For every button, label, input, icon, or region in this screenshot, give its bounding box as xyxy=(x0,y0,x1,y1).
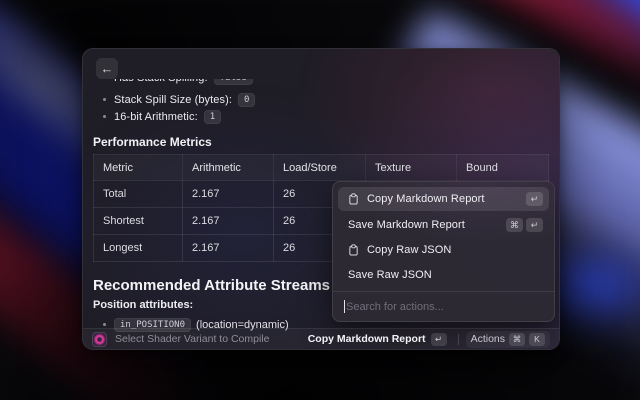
list-item: 16-bit Arithmetic: 1 xyxy=(93,108,549,125)
table-header-row: Metric Arithmetic Load/Store Texture Bou… xyxy=(94,155,549,181)
bullet-icon xyxy=(103,115,106,118)
col-header-load-store: Load/Store xyxy=(274,155,366,181)
metric-value-chip: false xyxy=(214,79,253,85)
menu-item-label: Copy Markdown Report xyxy=(367,193,526,205)
menu-item-label: Save Raw JSON xyxy=(348,269,543,281)
cell-metric: Longest xyxy=(94,235,183,262)
col-header-bound: Bound xyxy=(457,155,549,181)
enter-key-badge: ↵ xyxy=(431,333,447,346)
window-header: ← xyxy=(83,49,559,79)
footer-context-label: Select Shader Variant to Compile xyxy=(115,333,269,345)
actions-button[interactable]: Actions ⌘ K xyxy=(466,331,550,348)
clipboard-icon xyxy=(348,193,360,205)
back-arrow-icon: ← xyxy=(101,61,114,76)
cell-arithmetic: 2.167 xyxy=(183,235,274,262)
cell-metric: Total xyxy=(94,181,183,208)
cmd-key-badge: ⌘ xyxy=(509,333,525,346)
menu-item-save-markdown-report[interactable]: Save Markdown Report ⌘ ↵ xyxy=(338,212,549,237)
bullet-icon xyxy=(103,323,106,326)
menu-item-label: Save Markdown Report xyxy=(348,219,506,231)
actions-menu-popup: Copy Markdown Report ↵ Save Markdown Rep… xyxy=(332,181,555,322)
actions-search-input[interactable] xyxy=(346,301,543,313)
primary-action-button[interactable]: Copy Markdown Report ↵ xyxy=(304,331,451,348)
clipboard-icon xyxy=(348,244,360,256)
cell-metric: Shortest xyxy=(94,208,183,235)
shader-extension-icon xyxy=(92,332,107,347)
cell-arithmetic: 2.167 xyxy=(183,208,274,235)
actions-search-row xyxy=(333,291,554,321)
clipped-list-item: Has Stack Spilling: false xyxy=(93,79,549,87)
k-key-badge: K xyxy=(529,333,545,346)
cell-arithmetic: 2.167 xyxy=(183,181,274,208)
performance-metrics-heading: Performance Metrics xyxy=(93,135,549,151)
command-palette-window: ← Has Stack Spilling: false Stack Spill … xyxy=(82,48,560,350)
footer-bar: Select Shader Variant to Compile Copy Ma… xyxy=(83,328,559,349)
footer-divider xyxy=(458,334,459,345)
col-header-metric: Metric xyxy=(94,155,183,181)
enter-key-badge: ↵ xyxy=(526,218,543,232)
back-button[interactable]: ← xyxy=(96,58,118,79)
primary-action-label: Copy Markdown Report xyxy=(308,333,426,345)
cmd-key-badge: ⌘ xyxy=(506,218,523,232)
metric-label: 16-bit Arithmetic: xyxy=(114,111,198,123)
col-header-arithmetic: Arithmetic xyxy=(183,155,274,181)
metric-value-chip: 1 xyxy=(204,110,221,124)
enter-key-badge: ↵ xyxy=(526,192,543,206)
text-caret xyxy=(344,300,345,313)
bullet-icon xyxy=(103,98,106,101)
menu-item-save-raw-json[interactable]: Save Raw JSON xyxy=(338,262,549,287)
metric-label: Stack Spill Size (bytes): xyxy=(114,94,232,106)
metric-value-chip: 0 xyxy=(238,93,255,107)
col-header-texture: Texture xyxy=(366,155,457,181)
menu-item-label: Copy Raw JSON xyxy=(367,244,543,256)
list-item: Stack Spill Size (bytes): 0 xyxy=(93,91,549,108)
metric-label: Has Stack Spilling: xyxy=(114,79,208,84)
menu-item-copy-markdown-report[interactable]: Copy Markdown Report ↵ xyxy=(338,187,549,211)
menu-item-copy-raw-json[interactable]: Copy Raw JSON xyxy=(338,237,549,262)
actions-button-label: Actions xyxy=(471,333,505,345)
